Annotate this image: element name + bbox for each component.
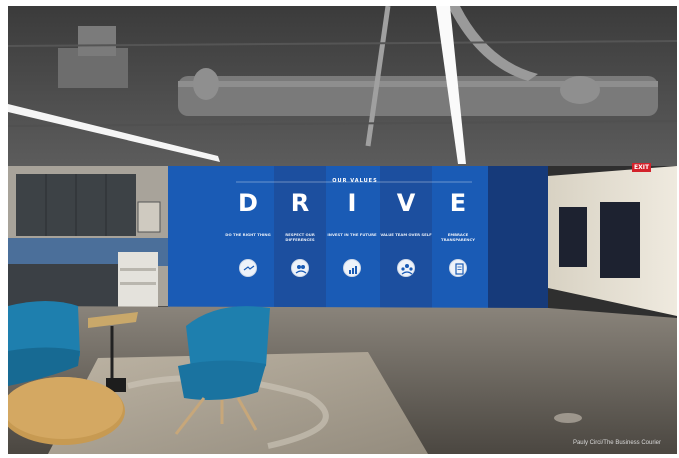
value-letter-d: D [238, 189, 258, 217]
value-caption-e: EMBRACE TRANSPARENCY [441, 232, 475, 242]
handshake-icon [239, 259, 257, 277]
value-caption-d: DO THE RIGHT THING [225, 232, 271, 237]
wall-art-2 [600, 202, 640, 278]
office-scene [8, 6, 677, 454]
people-icon [291, 259, 309, 277]
lower-cabinets [8, 264, 118, 308]
photo-frame: OUR VALUES D R I V E DO THE RIGHT THING … [8, 6, 677, 454]
photo-credit: Pauly Circi/The Business Courier [572, 440, 661, 446]
growth-chart-icon [343, 259, 361, 277]
value-letter-i: I [347, 189, 357, 217]
value-caption-i: INVEST IN THE FUTURE [327, 232, 377, 237]
value-letter-e: E [449, 189, 467, 217]
values-section-title: OUR VALUES [332, 178, 378, 184]
value-letter-v: V [396, 189, 416, 217]
team-icon [397, 259, 415, 277]
value-caption-v: VALUE TEAM OVER SELF [380, 232, 432, 237]
wall-art-1 [559, 207, 587, 267]
document-icon [449, 259, 467, 277]
copier [118, 252, 158, 307]
value-caption-r: RESPECT OUR DIFFERENCES [285, 232, 315, 242]
exit-sign: EXIT [632, 163, 652, 172]
value-letter-r: R [290, 189, 310, 217]
